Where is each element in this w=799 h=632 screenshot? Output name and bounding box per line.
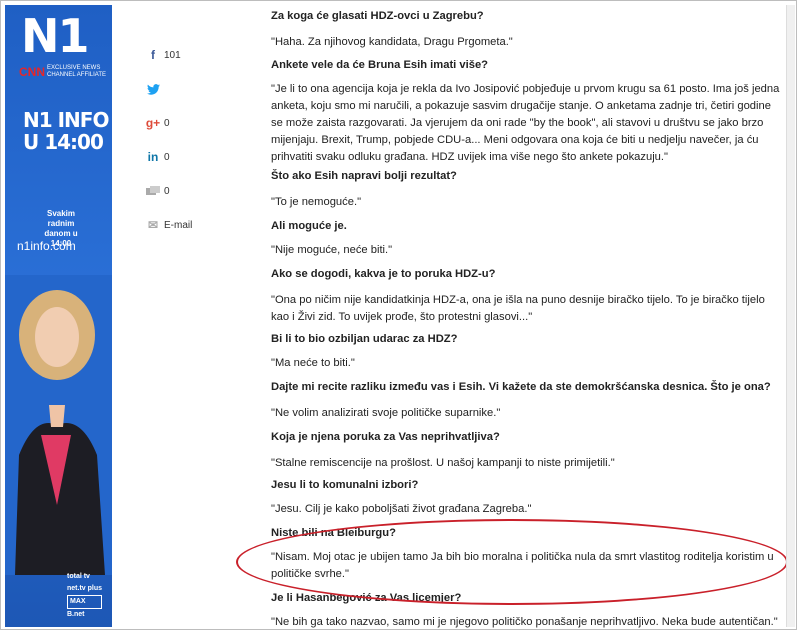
ad-brand-list: total tv net.tv plus MAX B.net	[67, 571, 103, 621]
email-label: E-mail	[164, 219, 193, 231]
facebook-icon: f	[151, 48, 155, 62]
interview-question: Koja je njena poruka za Vas neprihvatlji…	[271, 431, 500, 443]
comment-icon	[146, 184, 160, 198]
share-twitter[interactable]	[146, 72, 236, 106]
facebook-count: 101	[164, 49, 181, 61]
google-plus-count: 0	[164, 117, 170, 129]
interview-answer: "Jesu. Cilj je kako poboljšati život gra…	[271, 503, 532, 515]
share-facebook[interactable]: f 101	[146, 38, 236, 72]
interview-answer: "To je nemoguće."	[271, 196, 362, 208]
brand-max: MAX	[67, 595, 103, 609]
share-linkedin[interactable]: in 0	[146, 140, 236, 174]
interview-answer: "Ona po ničim nije kandidatkinja HDZ-a, …	[271, 294, 765, 323]
brand-total-tv: total tv	[67, 573, 90, 580]
interview-question: Jesu li to komunalni izbori?	[271, 479, 419, 491]
interview-question: Za koga će glasati HDZ-ovci u Zagrebu?	[271, 10, 484, 22]
ad-schedule-line1: Svakim radnim	[46, 209, 76, 228]
brand-bnet: B.net	[67, 611, 85, 618]
interview-question: Ali moguće je.	[271, 220, 347, 232]
interview-answer: "Ma neće to biti."	[271, 357, 355, 369]
google-plus-icon: g+	[145, 116, 161, 130]
interview-question: Dajte mi recite razliku između vas i Esi…	[271, 381, 771, 393]
interview-answer: "Ne volim analizirati svoje političke su…	[271, 407, 501, 419]
ad-site-link[interactable]: n1info.com	[17, 239, 76, 253]
red-highlight-circle	[236, 519, 788, 605]
share-email[interactable]: ✉ E-mail	[146, 208, 236, 242]
interview-question: Ako se dogodi, kakva je to poruka HDZ-u?	[271, 268, 496, 280]
presenter-photo	[5, 275, 112, 575]
ad-headline-line2: U 14:00	[23, 130, 104, 154]
interview-answer: "Stalne remiscencije na prošlost. U našo…	[271, 457, 615, 469]
interview-question: Ankete vele da će Bruna Esih imati više?	[271, 59, 489, 71]
twitter-icon	[146, 82, 160, 96]
interview-answer: "Ne bih ga tako nazvao, samo mi je njego…	[271, 616, 778, 628]
email-icon: ✉	[147, 218, 159, 232]
n1-ad-banner[interactable]: N1 CNN EXCLUSIVE NEWS CHANNEL AFFILIATE …	[5, 5, 112, 627]
share-comments[interactable]: 0	[146, 174, 236, 208]
interview-answer: "Je li to ona agencija koja je rekla da …	[271, 83, 780, 163]
scrollbar[interactable]	[786, 5, 795, 627]
linkedin-count: 0	[164, 151, 170, 163]
affiliate-text: EXCLUSIVE NEWS CHANNEL AFFILIATE	[47, 65, 107, 78]
social-share-column: f 101 g+ 0 in 0 0 ✉ E-mail	[146, 38, 236, 242]
comment-count: 0	[164, 185, 170, 197]
linkedin-icon: in	[147, 150, 159, 164]
interview-answer: "Nije moguće, neće biti."	[271, 244, 393, 256]
interview-question: Bi li to bio ozbiljan udarac za HDZ?	[271, 333, 458, 345]
share-google-plus[interactable]: g+ 0	[146, 106, 236, 140]
brand-net-tv-plus: net.tv plus	[67, 585, 103, 592]
n1-logo: N1	[21, 9, 90, 63]
interview-answer: "Haha. Za njihovog kandidata, Dragu Prgo…	[271, 36, 513, 48]
cnn-logo: CNN	[19, 65, 45, 79]
interview-question: Što ako Esih napravi bolji rezultat?	[271, 170, 457, 182]
ad-headline: N1 INFO U 14:00	[23, 108, 109, 154]
ad-headline-line1: N1 INFO	[23, 108, 109, 132]
